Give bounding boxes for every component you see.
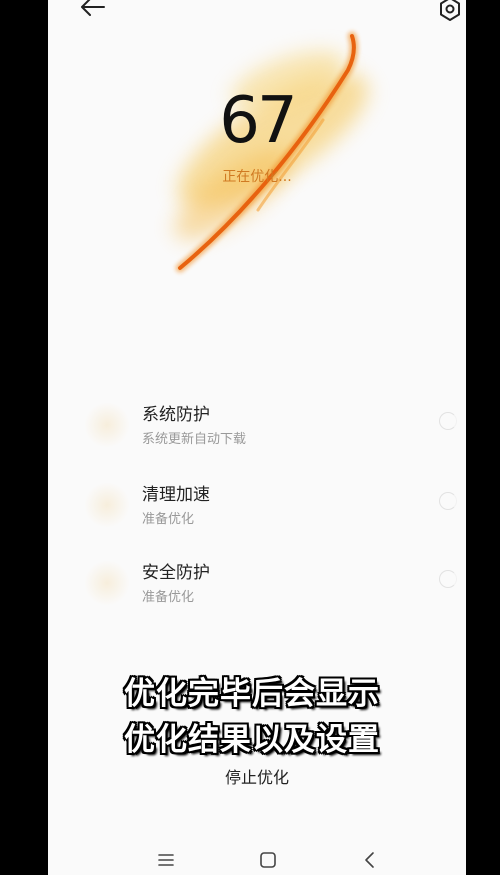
task-system-protection[interactable]: 系统防护 系统更新自动下载 [48, 400, 466, 460]
loading-spinner-icon [439, 570, 457, 588]
task-title: 清理加速 [142, 485, 210, 505]
nav-back-button[interactable] [358, 850, 382, 870]
task-cleanup-speedup[interactable]: 清理加速 准备优化 [48, 480, 466, 540]
task-subtitle: 准备优化 [142, 512, 195, 527]
task-security-protection[interactable]: 安全防护 准备优化 [48, 558, 466, 618]
home-square-icon [260, 852, 276, 868]
stop-optimization-button[interactable]: 停止优化 [48, 764, 466, 788]
optimization-hero: 67 正在优化... [48, 0, 466, 300]
arrow-left-icon [81, 0, 105, 16]
task-title: 系统防护 [142, 405, 210, 425]
gear-hexagon-icon [440, 0, 460, 21]
task-icon [84, 482, 130, 528]
chevron-left-icon [365, 852, 374, 868]
overlay-caption-line2: 优化结果以及设置 [124, 722, 380, 758]
loading-spinner-icon [439, 492, 457, 510]
loading-spinner-icon [439, 412, 457, 430]
task-icon [84, 402, 130, 448]
system-nav-bar [48, 845, 466, 875]
home-button[interactable] [256, 850, 280, 870]
back-button[interactable] [78, 0, 108, 24]
optimization-status: 正在优化... [222, 169, 292, 185]
top-bar [48, 0, 466, 28]
optimization-score: 67 [219, 84, 297, 158]
task-subtitle: 系统更新自动下载 [142, 432, 247, 447]
menu-icon [158, 854, 174, 866]
task-icon [84, 560, 130, 606]
task-title: 安全防护 [142, 563, 210, 583]
overlay-caption-line1: 优化完毕后会显示 [124, 676, 380, 712]
phone-screen: 67 正在优化... 系统防护 系统更新自动下载 清理加速 准备优化 安全防护 … [48, 0, 466, 875]
task-subtitle: 准备优化 [142, 590, 195, 605]
menu-button[interactable] [154, 850, 178, 870]
settings-button[interactable] [436, 0, 464, 24]
